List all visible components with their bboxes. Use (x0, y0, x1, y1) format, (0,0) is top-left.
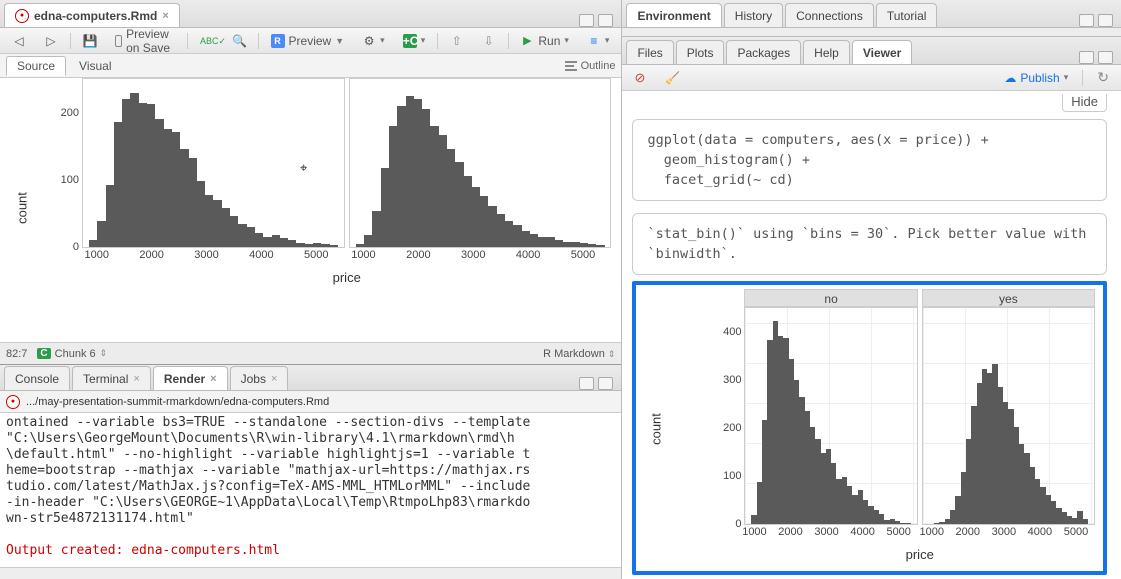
viewer-code-block: ggplot(data = computers, aes(x = price))… (632, 119, 1107, 201)
knit-options-button[interactable]: ⚙▾ (356, 32, 391, 50)
close-icon[interactable]: × (271, 373, 277, 385)
knit-button[interactable]: R Preview ▼ (265, 32, 351, 50)
publish-icon: ≡ (587, 34, 601, 48)
render-output[interactable]: ontained --variable bs3=TRUE --standalon… (0, 413, 621, 567)
run-button[interactable]: ▶ Run ▾ (514, 32, 575, 50)
chunk-up-button[interactable]: ⇧ (444, 32, 470, 50)
tab-source[interactable]: Source (6, 56, 66, 76)
tab-terminal[interactable]: Terminal× (72, 366, 151, 390)
hide-button[interactable]: Hide (1062, 94, 1107, 112)
refresh-icon: ↻ (1097, 69, 1109, 86)
tab-render[interactable]: Render× (153, 366, 228, 390)
gear-icon: ⚙ (362, 34, 376, 48)
run-icon: ▶ (520, 34, 534, 48)
editor-mode-tabs: Source Visual Outline (0, 54, 621, 78)
knit-label: Preview (289, 34, 332, 48)
source-tabstrip: ● edna-computers.Rmd × (0, 0, 621, 28)
close-icon[interactable]: × (133, 373, 139, 385)
publish-cloud-icon: ☁ (1004, 71, 1016, 85)
find-button[interactable]: 🔍 (226, 32, 252, 50)
close-icon[interactable]: × (210, 373, 216, 385)
insert-chunk-button[interactable]: +C▾ (397, 32, 432, 50)
tab-connections[interactable]: Connections (785, 3, 874, 27)
editor-body[interactable]: count01002001000200030004000500010002000… (0, 78, 621, 342)
tab-environment[interactable]: Environment (626, 3, 721, 27)
viewer-tabstrip: Files Plots Packages Help Viewer (622, 37, 1121, 65)
maximize-viewer-button[interactable] (1098, 51, 1113, 64)
env-tabstrip: Environment History Connections Tutorial (622, 0, 1121, 28)
save-button[interactable]: 💾 (77, 32, 103, 50)
forward-button[interactable]: ▷ (38, 32, 64, 50)
viewer-toolbar: ⊘ 🧹 ☁ Publish ▾ ↻ (622, 65, 1121, 91)
language-selector[interactable]: R Markdown ⇕ (543, 348, 615, 360)
chevron-down-icon: ▼ (335, 36, 344, 46)
maximize-console-button[interactable] (598, 377, 613, 390)
minimize-viewer-button[interactable] (1079, 51, 1094, 64)
save-icon: 💾 (83, 34, 97, 48)
tab-console[interactable]: Console (4, 366, 70, 390)
stop-button[interactable]: ⊘ (628, 68, 651, 88)
chunk-chip-icon: C (37, 348, 50, 359)
file-tab-label: edna-computers.Rmd (34, 9, 157, 23)
chevron-left-icon: ◁ (12, 34, 26, 48)
publish-source-button[interactable]: ≡▾ (581, 32, 616, 50)
console-scrollbar[interactable] (0, 567, 621, 579)
tab-viewer[interactable]: Viewer (852, 40, 912, 64)
rmarkdown-icon: ● (6, 395, 20, 409)
viewer-message-block: `stat_bin()` using `bins = 30`. Pick bet… (632, 213, 1107, 275)
minimize-pane-button[interactable] (579, 14, 594, 27)
outline-icon (565, 61, 577, 71)
run-label: Run (538, 34, 560, 48)
search-icon: 🔍 (232, 34, 246, 48)
arrow-down-icon: ⇩ (482, 34, 496, 48)
preview-on-save-toggle[interactable]: Preview on Save (109, 25, 182, 57)
minimize-console-button[interactable] (579, 377, 594, 390)
spellcheck-button[interactable]: ABC✓ (194, 32, 220, 50)
stop-icon: ⊘ (634, 70, 645, 86)
maximize-pane-button[interactable] (598, 14, 613, 27)
knit-icon: R (271, 34, 285, 48)
tab-tutorial[interactable]: Tutorial (876, 3, 938, 27)
console-tabstrip: Console Terminal× Render× Jobs× (0, 365, 621, 391)
chevron-right-icon: ▷ (44, 34, 58, 48)
broom-icon: 🧹 (665, 71, 680, 85)
tab-files[interactable]: Files (626, 40, 673, 64)
cursor-position: 82:7 (6, 348, 27, 360)
file-tab[interactable]: ● edna-computers.Rmd × (4, 3, 180, 27)
back-button[interactable]: ◁ (6, 32, 32, 50)
preview-on-save-label: Preview on Save (126, 27, 175, 55)
source-statusbar: 82:7 C Chunk 6 ⇕ R Markdown ⇕ (0, 342, 621, 364)
clear-button[interactable]: 🧹 (659, 69, 686, 87)
tab-visual[interactable]: Visual (68, 56, 122, 76)
spellcheck-icon: ABC✓ (200, 34, 214, 48)
source-toolbar: ◁ ▷ 💾 Preview on Save ABC✓ 🔍 R Preview ▼… (0, 28, 621, 54)
tab-plots[interactable]: Plots (676, 40, 725, 64)
checkbox-icon (115, 35, 122, 47)
refresh-button[interactable]: ↻ (1091, 67, 1115, 88)
tab-packages[interactable]: Packages (726, 40, 801, 64)
tab-history[interactable]: History (724, 3, 783, 27)
arrow-up-icon: ⇧ (450, 34, 464, 48)
render-header: ● .../may-presentation-summit-rmarkdown/… (0, 391, 621, 413)
render-path: .../may-presentation-summit-rmarkdown/ed… (26, 396, 329, 408)
viewer-chart-output: countno010020030040010002000300040005000… (632, 281, 1107, 575)
viewer-content[interactable]: Hide ggplot(data = computers, aes(x = pr… (622, 91, 1121, 579)
outline-button[interactable]: Outline (565, 60, 616, 72)
plus-chunk-icon: +C (403, 34, 417, 48)
publish-button[interactable]: ☁ Publish ▾ (998, 69, 1074, 87)
tab-jobs[interactable]: Jobs× (230, 366, 289, 390)
chunk-selector[interactable]: C Chunk 6 ⇕ (37, 348, 107, 360)
minimize-env-button[interactable] (1079, 14, 1094, 27)
close-icon[interactable]: × (162, 10, 168, 22)
rmarkdown-icon: ● (15, 9, 29, 23)
maximize-env-button[interactable] (1098, 14, 1113, 27)
chunk-down-button[interactable]: ⇩ (476, 32, 502, 50)
tab-help[interactable]: Help (803, 40, 850, 64)
